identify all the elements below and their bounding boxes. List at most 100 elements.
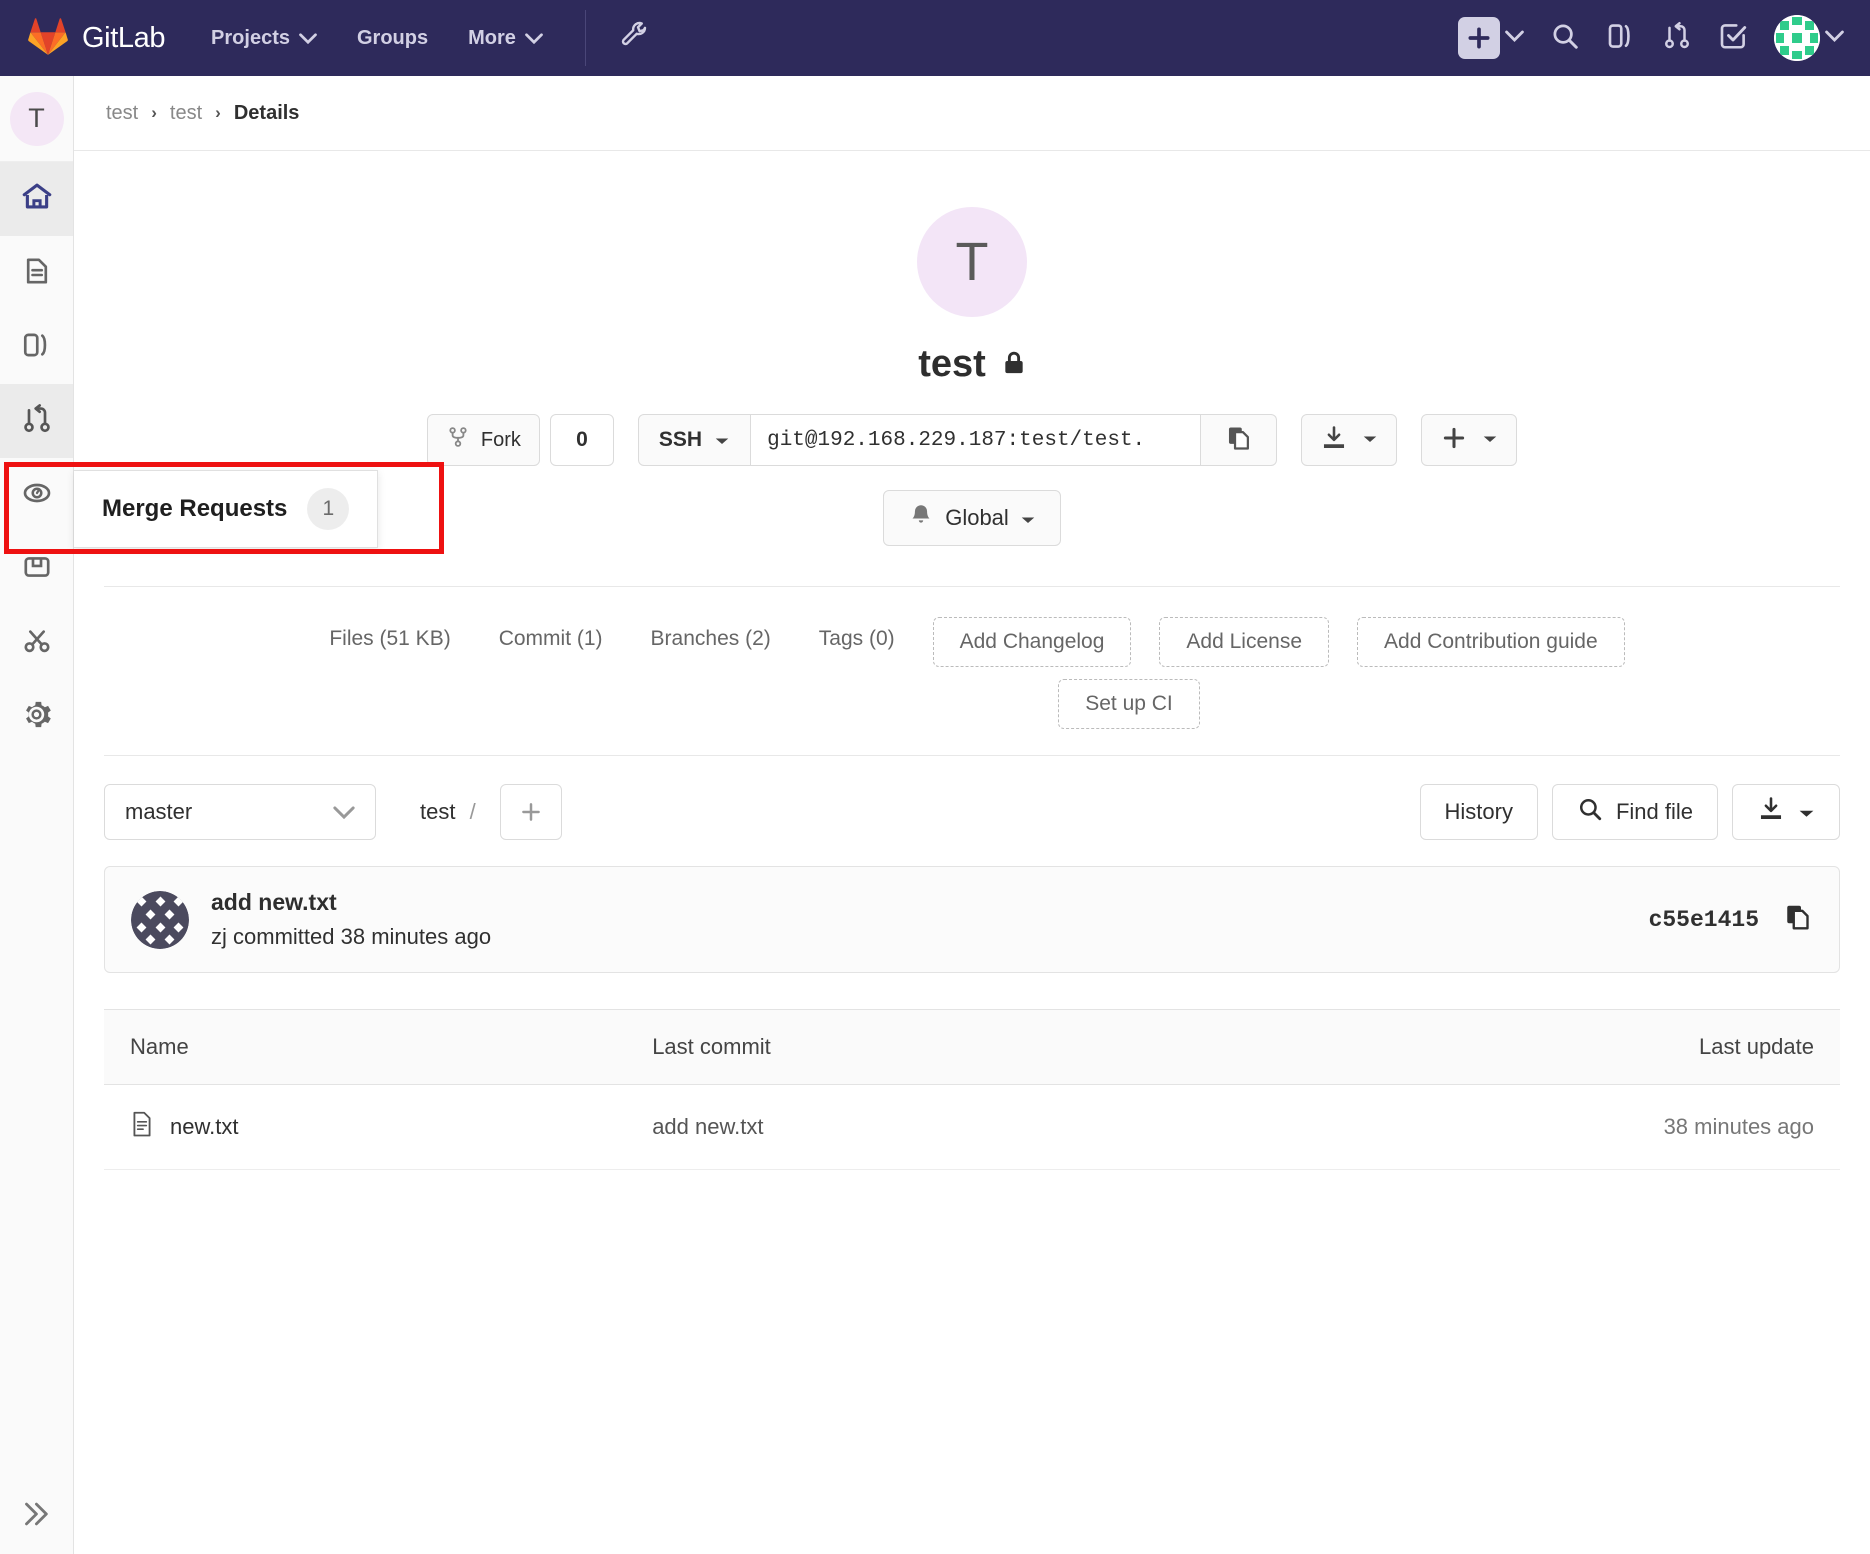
user-menu[interactable] [1774,15,1844,61]
add-to-project-button[interactable] [1421,414,1518,466]
tree-controls: master test / History Find file [104,756,1840,866]
nav-link-groups[interactable]: Groups [357,27,428,50]
sidebar-item-home[interactable] [0,162,73,236]
file-table-body: new.txt add new.txt 38 minutes ago [104,1084,1840,1170]
commit-message[interactable]: add new.txt [211,889,491,916]
history-button[interactable]: History [1419,784,1538,840]
branch-selector[interactable]: master [104,784,376,840]
sidebar-item-merge-requests[interactable] [0,384,73,458]
wrench-icon[interactable] [620,21,650,56]
new-item-button[interactable] [1458,17,1524,59]
set-up-ci-button[interactable]: Set up CI [1058,679,1200,729]
commit-author[interactable]: zj [211,924,227,949]
add-changelog-button[interactable]: Add Changelog [932,617,1132,667]
gitlab-brand[interactable]: GitLab [28,17,165,60]
breadcrumb-item-project[interactable]: test [170,102,202,125]
sidebar-item-ci-cd[interactable] [0,458,73,532]
file-last-commit-cell[interactable]: add new.txt [626,1084,1182,1170]
table-row[interactable]: new.txt add new.txt 38 minutes ago [104,1084,1840,1170]
notification-dropdown[interactable]: Global [883,490,1061,546]
clone-group: SSH git@192.168.229.187:test/test. [637,414,1278,466]
sidebar-item-issues[interactable] [0,310,73,384]
commit-meta: zj committed 38 minutes ago [211,924,491,950]
file-document-icon [21,255,53,292]
lock-icon [1002,343,1026,386]
add-contribution-guide-button[interactable]: Add Contribution guide [1357,617,1625,667]
sidebar-item-repository[interactable] [0,236,73,310]
file-last-update-cell: 38 minutes ago [1181,1084,1840,1170]
tree-path-separator: / [469,799,476,824]
stat-tags[interactable]: Tags (0) [795,617,919,661]
brand-name: GitLab [82,21,166,54]
project-avatar-wrap: T [104,207,1840,317]
breadcrumb-separator: › [151,103,157,122]
merge-requests-flyout[interactable]: Merge Requests 1 [74,470,379,548]
commit-sha[interactable]: c55e1415 [1649,907,1759,933]
file-table-head: Name Last commit Last update [104,1009,1840,1085]
nav-groups-label: Groups [356,26,429,49]
breadcrumb-item-group[interactable]: test [106,102,138,125]
breadcrumb-current: Details [233,101,300,124]
chevron-down-icon [1482,431,1498,449]
gitlab-logo-icon [28,17,68,60]
commit-right: c55e1415 [1649,902,1813,937]
download-source-button[interactable] [1301,414,1398,466]
column-name: Name [104,1009,627,1085]
breadcrumb-separator: › [215,103,221,122]
stat-files[interactable]: Files (51 KB) [305,617,474,661]
add-file-button[interactable] [499,784,562,840]
merge-request-icon [21,403,53,440]
sidebar-project-avatar[interactable]: T [0,76,73,162]
stat-commits[interactable]: Commit (1) [475,617,627,661]
clone-protocol-dropdown[interactable]: SSH [637,414,752,466]
todos-checkmark-icon [1718,21,1748,56]
notification-label: Global [945,505,1009,530]
chevron-down-icon [1020,505,1036,531]
sidebar-item-settings[interactable] [0,680,73,754]
copy-url-button[interactable] [1201,414,1278,466]
todos-button[interactable] [1718,21,1748,56]
download-icon [1320,424,1348,457]
sidebar-item-packages[interactable] [0,532,73,606]
chevron-down-icon [1362,431,1378,449]
sidebar-collapse-toggle[interactable] [0,1474,73,1554]
chevron-down-icon [299,27,317,50]
add-license-button[interactable]: Add License [1159,617,1330,667]
stat-branches[interactable]: Branches (2) [627,617,795,661]
tree-breadcrumb: test / [420,799,476,825]
chevron-down-icon [1505,29,1524,47]
file-text-icon [130,1111,154,1143]
merge-requests-button[interactable] [1662,21,1692,56]
nav-link-projects[interactable]: Projects [211,27,317,50]
rocket-gauge-icon [21,477,53,514]
main-content: test › test › Details T test Fork 0 SSH … [74,76,1870,1554]
history-label: History [1444,799,1513,824]
search-button[interactable] [1550,21,1580,56]
file-link[interactable]: new.txt [130,1111,600,1143]
branch-name: master [125,799,193,824]
merge-requests-flyout-label: Merge Requests [102,495,288,522]
gear-icon [20,698,53,736]
sidebar-item-snippets[interactable] [0,606,73,680]
project-home: T test Fork 0 SSH git@192.168.229.187:te… [74,207,1870,1170]
nav-link-more[interactable]: More [468,27,543,50]
clone-protocol-label: SSH [658,428,703,451]
copy-icon[interactable] [1783,902,1813,937]
fork-button[interactable]: Fork [426,414,540,466]
issues-board-icon [1606,21,1636,56]
column-last-update: Last update [1181,1009,1840,1085]
project-title-text: test [918,343,986,385]
find-file-button[interactable]: Find file [1551,784,1718,840]
nav-links: Projects Groups More [211,27,543,50]
top-navbar: GitLab Projects Groups More [0,0,1870,76]
file-name-text: new.txt [170,1114,239,1139]
navbar-right-actions [1458,15,1844,61]
download-repo-button[interactable] [1732,784,1840,840]
issues-board-button[interactable] [1606,21,1636,56]
clone-url-input[interactable]: git@192.168.229.187:test/test. [751,414,1202,466]
tree-path-root[interactable]: test [420,799,455,824]
dashed-row-two: Set up CI [104,679,1840,729]
package-icon [21,551,53,588]
fork-count[interactable]: 0 [549,414,614,466]
